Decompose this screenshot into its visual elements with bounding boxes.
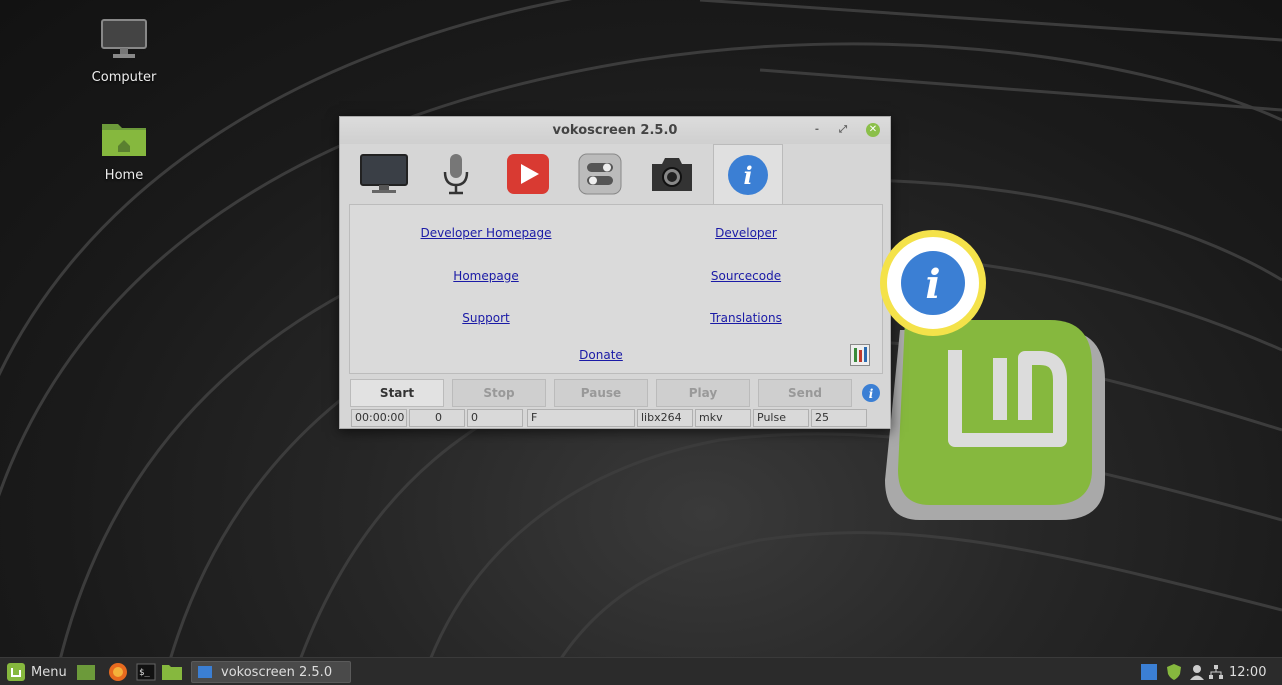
sourcecode-link[interactable]: Sourcecode — [711, 269, 781, 283]
folder-icon — [162, 665, 182, 680]
status-codec: libx264 — [637, 409, 693, 427]
maximize-button[interactable]: ⤢ — [836, 123, 850, 137]
desktop-icon-label: Home — [104, 168, 144, 183]
tab-camera[interactable] — [637, 144, 707, 204]
clock[interactable]: 12:00 — [1229, 661, 1266, 683]
mint-menu-icon — [7, 663, 25, 681]
menu-label: Menu — [31, 664, 67, 680]
tab-bar: i — [349, 144, 881, 204]
files-launcher[interactable] — [161, 661, 183, 683]
stop-button[interactable]: Stop — [452, 379, 546, 407]
network-icon — [1209, 665, 1223, 679]
window-title: vokoscreen 2.5.0 — [552, 123, 678, 138]
svg-text:$_: $_ — [139, 668, 150, 678]
camera-icon — [652, 158, 692, 191]
donate-link[interactable]: Donate — [579, 348, 623, 362]
status-container: mkv — [695, 409, 751, 427]
vokoscreen-tray-icon — [1141, 664, 1157, 680]
vokoscreen-window: vokoscreen 2.5.0 - ⤢ ✕ i Developer Homep… — [339, 116, 891, 429]
status-bar: 00:00:00 0 0 F libx264 mkv Pulse 25 — [349, 409, 883, 427]
window-titlebar[interactable]: vokoscreen 2.5.0 - ⤢ ✕ — [340, 117, 890, 144]
svg-text:i: i — [743, 161, 752, 190]
tab-audio[interactable] — [421, 144, 491, 204]
monitor-icon — [101, 19, 147, 58]
show-desktop-button[interactable] — [76, 661, 96, 683]
developer-link[interactable]: Developer — [715, 226, 777, 240]
status-time: 00:00:00 — [351, 409, 407, 427]
tray-vokoscreen[interactable] — [1140, 661, 1158, 683]
shield-icon — [1167, 664, 1181, 680]
info-icon[interactable]: i — [861, 383, 881, 403]
minimize-button[interactable]: - — [810, 123, 824, 137]
desktop-icon-home[interactable]: Home — [79, 120, 169, 183]
developer-homepage-link[interactable]: Developer Homepage — [421, 226, 552, 240]
tab-about[interactable]: i — [713, 144, 783, 204]
tray-shield[interactable] — [1166, 661, 1182, 683]
terminal-icon: $_ — [136, 663, 156, 681]
support-link[interactable]: Support — [462, 311, 509, 325]
terminal-launcher[interactable]: $_ — [136, 661, 156, 683]
vokoscreen-app-icon — [198, 666, 212, 678]
status-size: 0 — [467, 409, 523, 427]
play-button[interactable]: Play — [656, 379, 750, 407]
tray-user[interactable] — [1190, 661, 1204, 683]
svg-text:i: i — [869, 387, 874, 401]
taskbar-window-vokoscreen[interactable]: vokoscreen 2.5.0 — [191, 661, 351, 683]
status-fps: 25 — [811, 409, 867, 427]
close-button[interactable]: ✕ — [866, 123, 880, 137]
send-button[interactable]: Send — [758, 379, 852, 407]
screen-icon — [360, 154, 408, 193]
status-frames: 0 — [409, 409, 465, 427]
home-folder-icon — [102, 124, 146, 156]
desktop-icon — [77, 665, 95, 680]
mint-logo — [885, 320, 1105, 520]
pause-button[interactable]: Pause — [554, 379, 648, 407]
info-callout: i — [880, 230, 986, 336]
taskbar: Menu $_ vokoscreen 2.5.0 12:00 — [0, 657, 1282, 685]
desktop-icon-computer[interactable]: Computer — [79, 18, 169, 85]
firefox-launcher[interactable] — [108, 661, 128, 683]
tab-player[interactable] — [493, 144, 563, 204]
menu-button[interactable]: Menu — [6, 661, 67, 683]
about-panel: Developer Homepage Developer Homepage So… — [349, 204, 883, 374]
credits-icon[interactable] — [850, 344, 870, 366]
info-icon: i — [728, 154, 768, 195]
tray-network[interactable] — [1208, 661, 1224, 683]
translations-link[interactable]: Translations — [710, 311, 782, 325]
desktop-icon-label: Computer — [91, 70, 157, 85]
start-button[interactable]: Start — [350, 379, 444, 407]
status-fps-mode: F — [527, 409, 635, 427]
tab-settings[interactable] — [565, 144, 635, 204]
control-buttons: Start Stop Pause Play Send i — [349, 379, 883, 407]
microphone-icon — [443, 154, 469, 195]
settings-toggle-icon — [578, 153, 622, 195]
video-player-icon — [507, 154, 549, 194]
info-icon: i — [901, 251, 965, 315]
firefox-icon — [109, 663, 127, 681]
svg-text:i: i — [925, 261, 940, 308]
taskbar-window-label: vokoscreen 2.5.0 — [221, 664, 333, 680]
status-audio: Pulse — [753, 409, 809, 427]
tab-screen[interactable] — [349, 144, 419, 204]
homepage-link[interactable]: Homepage — [453, 269, 518, 283]
user-icon — [1190, 665, 1204, 680]
